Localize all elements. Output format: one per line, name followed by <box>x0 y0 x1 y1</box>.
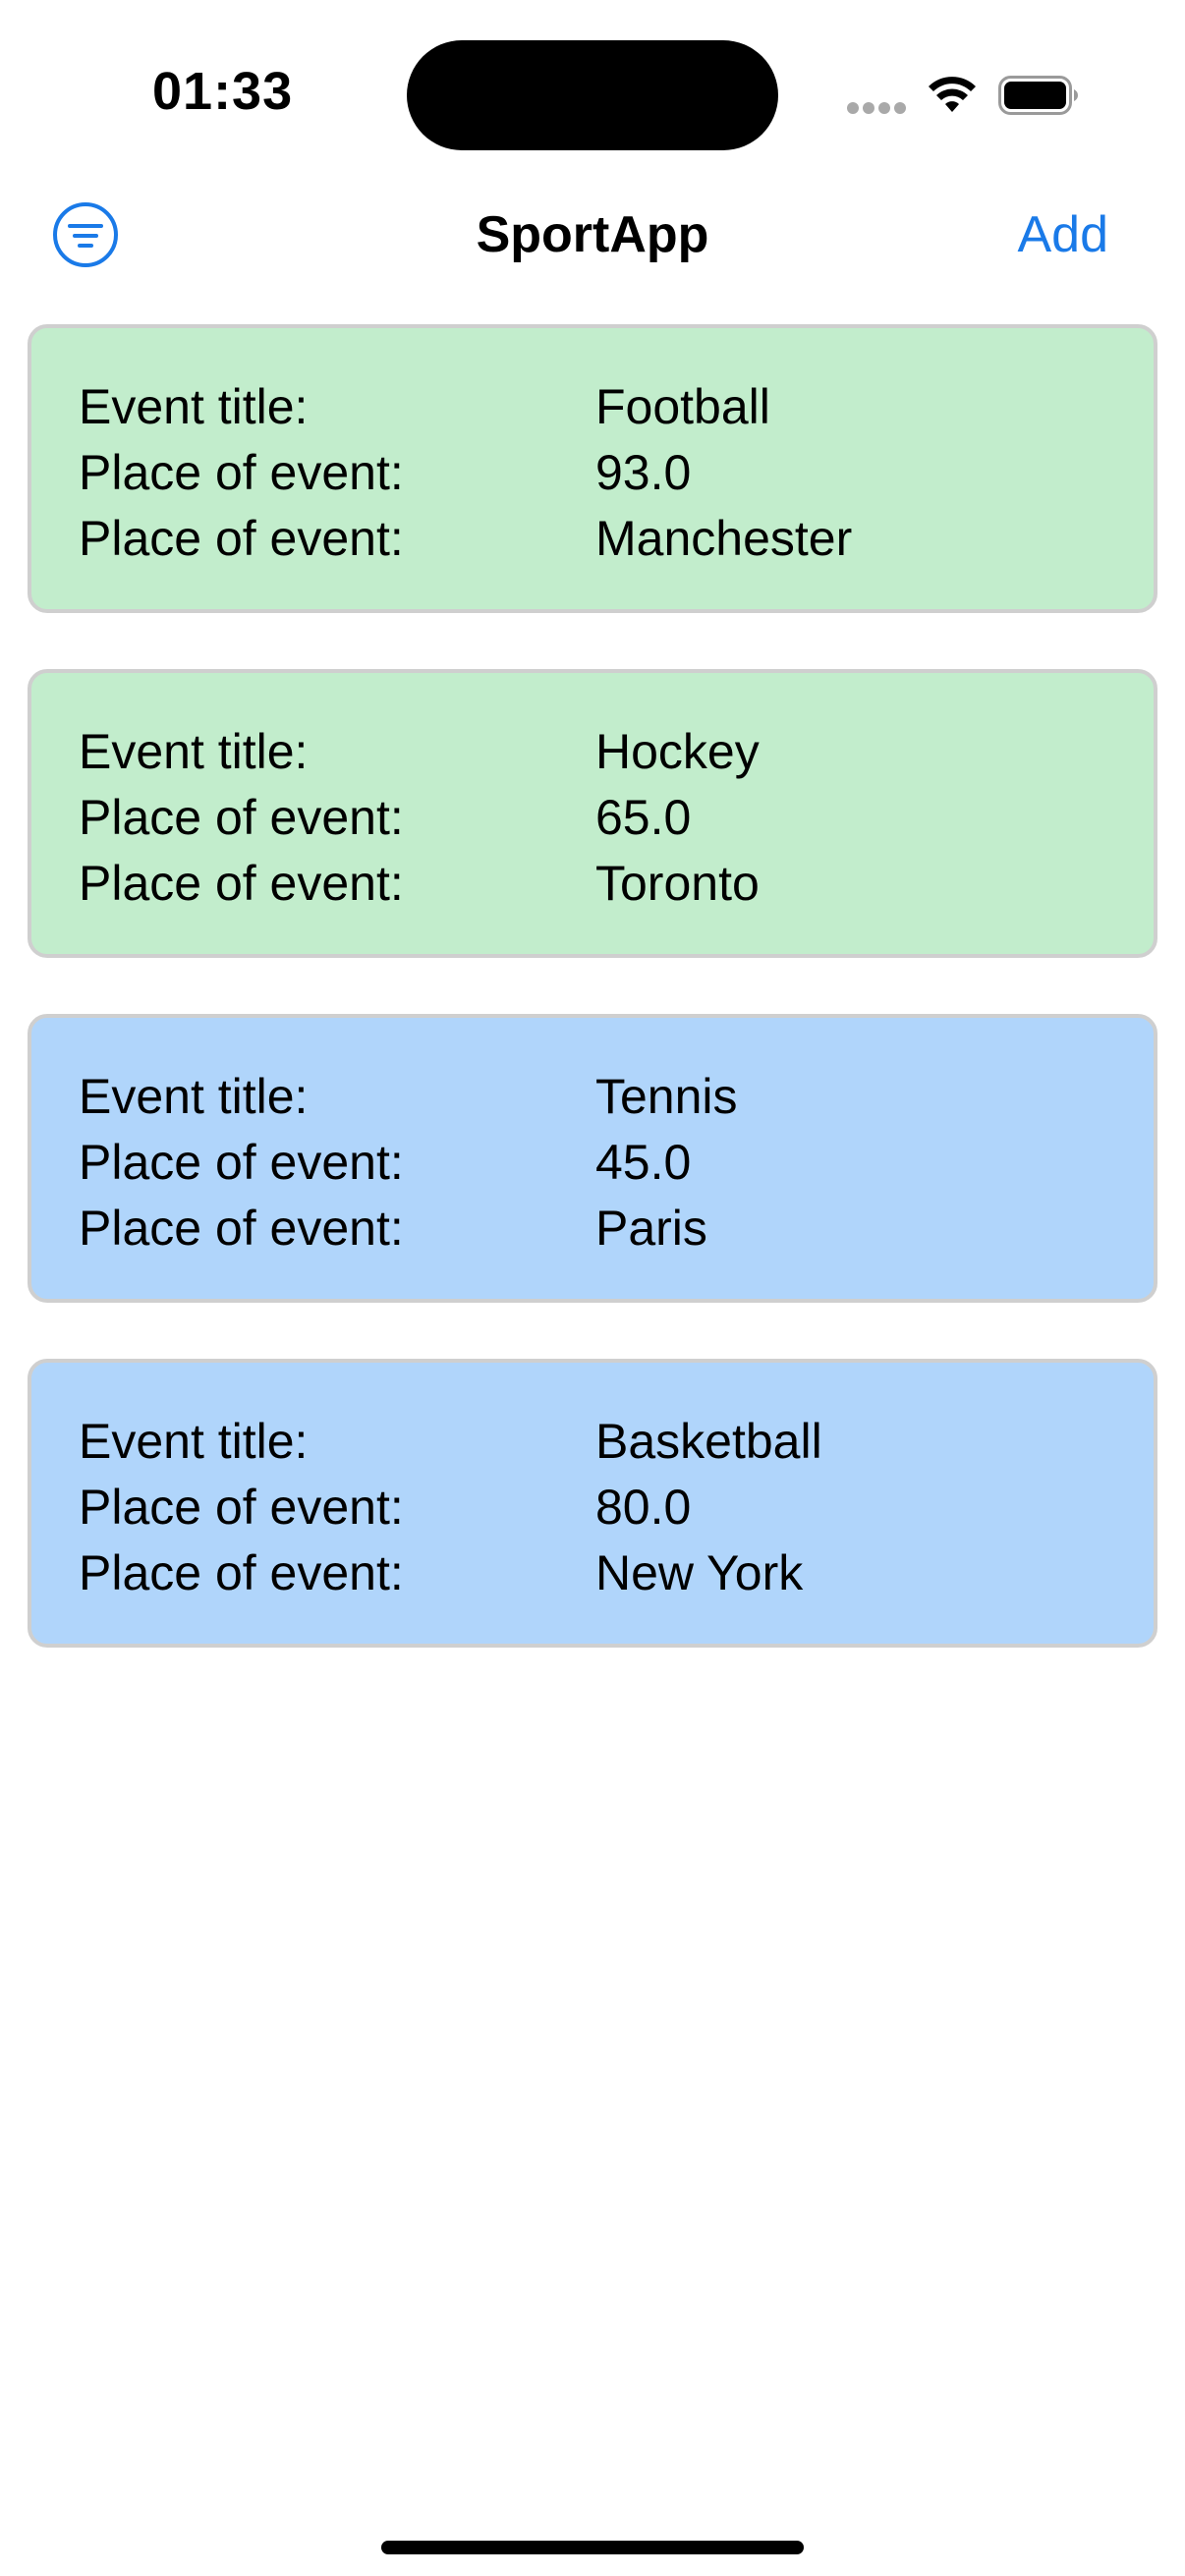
row-value: Tennis <box>595 1068 738 1124</box>
event-row: Event title: Tennis <box>79 1063 1154 1129</box>
wifi-icon <box>929 77 976 112</box>
event-row: Place of event: 93.0 <box>79 439 1154 505</box>
row-value: Manchester <box>595 510 853 566</box>
row-value: 65.0 <box>595 789 692 845</box>
row-label: Event title: <box>79 1068 309 1124</box>
event-row: Place of event: 45.0 <box>79 1129 1154 1195</box>
row-label: Place of event: <box>79 1200 404 1256</box>
row-label: Place of event: <box>79 1134 404 1190</box>
event-row: Event title: Football <box>79 373 1154 439</box>
battery-icon <box>998 76 1078 115</box>
event-card[interactable]: Event title: Football Place of event: 93… <box>28 324 1157 613</box>
event-row: Event title: Basketball <box>79 1408 1154 1474</box>
signal-dots-icon <box>847 102 908 116</box>
event-row: Place of event: 80.0 <box>79 1474 1154 1540</box>
row-label: Event title: <box>79 378 309 434</box>
event-list: Event title: Football Place of event: 93… <box>28 324 1157 1704</box>
event-row: Place of event: Manchester <box>79 505 1154 571</box>
row-value: 45.0 <box>595 1134 692 1190</box>
event-card[interactable]: Event title: Tennis Place of event: 45.0… <box>28 1014 1157 1303</box>
screen: 01:33 SportApp Add Event title: Football… <box>0 0 1185 2576</box>
event-row: Place of event: 65.0 <box>79 784 1154 850</box>
dynamic-island <box>407 40 778 150</box>
row-value: New York <box>595 1544 804 1600</box>
page-title: SportApp <box>476 206 709 263</box>
event-card[interactable]: Event title: Basketball Place of event: … <box>28 1359 1157 1648</box>
row-value: Basketball <box>595 1413 822 1469</box>
row-value: Hockey <box>595 723 760 779</box>
row-label: Place of event: <box>79 1479 404 1535</box>
row-value: 93.0 <box>595 444 692 500</box>
row-label: Event title: <box>79 723 309 779</box>
row-value: 80.0 <box>595 1479 692 1535</box>
row-value: Paris <box>595 1200 707 1256</box>
home-indicator[interactable] <box>381 2541 804 2554</box>
event-row: Place of event: Toronto <box>79 850 1154 916</box>
event-row: Place of event: New York <box>79 1540 1154 1605</box>
event-row: Event title: Hockey <box>79 718 1154 784</box>
status-time: 01:33 <box>152 62 294 121</box>
add-button[interactable]: Add <box>1017 200 1108 269</box>
event-card[interactable]: Event title: Hockey Place of event: 65.0… <box>28 669 1157 958</box>
row-label: Place of event: <box>79 444 404 500</box>
row-value: Football <box>595 378 770 434</box>
row-label: Place of event: <box>79 1544 404 1600</box>
status-bar: 01:33 <box>0 0 1185 187</box>
row-label: Event title: <box>79 1413 309 1469</box>
row-value: Toronto <box>595 855 760 911</box>
row-label: Place of event: <box>79 510 404 566</box>
navigation-bar: SportApp Add <box>0 187 1185 324</box>
row-label: Place of event: <box>79 855 404 911</box>
event-row: Place of event: Paris <box>79 1195 1154 1260</box>
row-label: Place of event: <box>79 789 404 845</box>
